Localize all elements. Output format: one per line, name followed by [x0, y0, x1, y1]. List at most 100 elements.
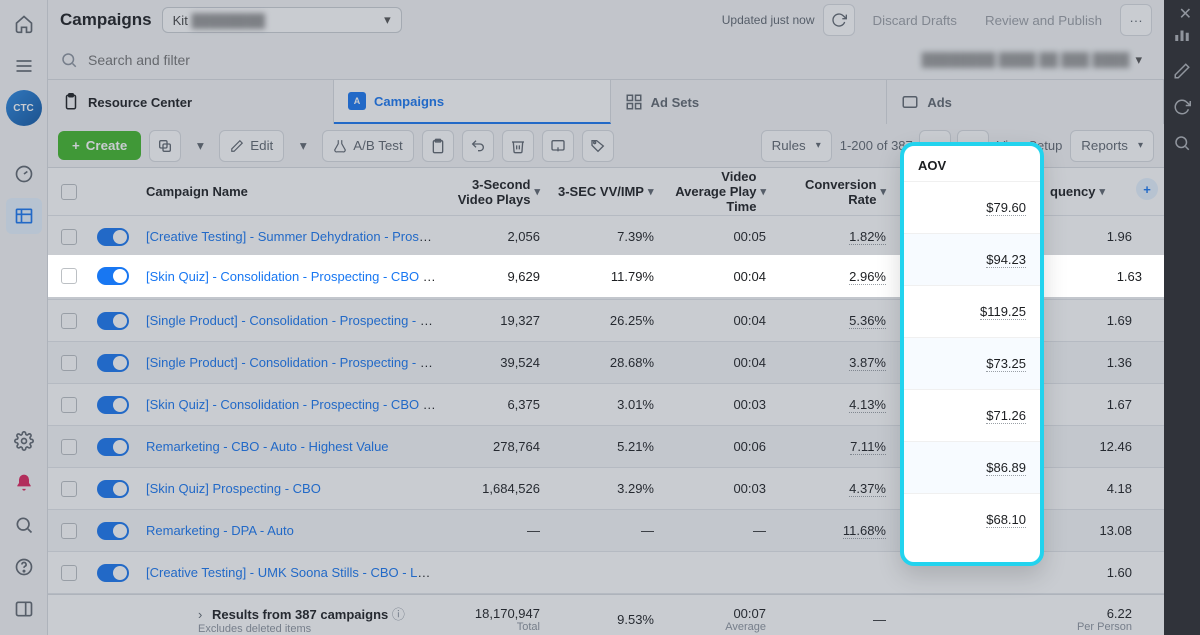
row-checkbox[interactable]: [61, 229, 77, 245]
export-button[interactable]: [542, 130, 574, 162]
row-checkbox[interactable]: [61, 481, 77, 497]
row-checkbox[interactable]: [61, 565, 77, 581]
plus-icon: +: [72, 138, 80, 153]
clipboard-icon: [62, 93, 80, 111]
account-id-masked: ████████: [191, 13, 265, 28]
aov-value: $94.23: [986, 252, 1026, 268]
status-toggle[interactable]: [97, 267, 129, 285]
chevron-down-icon: ▾: [1135, 52, 1142, 68]
refresh-icon[interactable]: [1173, 98, 1191, 116]
row-checkbox[interactable]: [61, 313, 77, 329]
campaign-link[interactable]: [Skin Quiz] - Consolidation - Prospectin…: [146, 397, 446, 412]
info-icon[interactable]: ⓘ: [392, 607, 405, 622]
account-avatar[interactable]: CTC: [6, 90, 42, 126]
updated-text: Updated just now: [722, 13, 815, 27]
campaign-link[interactable]: [Single Product] - Consolidation - Prosp…: [146, 313, 446, 328]
status-toggle[interactable]: [97, 312, 129, 330]
tag-button[interactable]: [582, 130, 614, 162]
refresh-button[interactable]: [823, 4, 855, 36]
bell-icon[interactable]: [6, 465, 42, 501]
table-icon[interactable]: [6, 198, 42, 234]
delete-button[interactable]: [502, 130, 534, 162]
status-toggle[interactable]: [97, 354, 129, 372]
col-frequency[interactable]: quency▾: [1050, 184, 1150, 199]
grid-icon: [625, 93, 643, 111]
campaign-link[interactable]: [Creative Testing] - UMK Soona Stills - …: [146, 565, 446, 580]
aov-value: $79.60: [986, 200, 1026, 216]
tab-resource-center[interactable]: Resource Center: [48, 80, 334, 124]
right-tool-rail: ✕: [1164, 0, 1200, 635]
page-title: Campaigns: [60, 10, 152, 30]
campaign-link[interactable]: Remarketing - DPA - Auto: [146, 523, 294, 538]
status-toggle[interactable]: [97, 438, 129, 456]
row-checkbox[interactable]: [61, 523, 77, 539]
gauge-icon[interactable]: [6, 156, 42, 192]
duplicate-dropdown[interactable]: ▾: [189, 130, 211, 162]
aov-value: $71.26: [986, 408, 1026, 424]
col-avg-play-time[interactable]: Video Average Play Time▾: [672, 169, 784, 214]
status-toggle[interactable]: [97, 522, 129, 540]
campaign-link[interactable]: [Creative Testing] - Summer Dehydration …: [146, 229, 446, 244]
more-button[interactable]: ···: [1120, 4, 1152, 36]
select-all-checkbox[interactable]: [61, 184, 77, 200]
status-toggle[interactable]: [97, 564, 129, 582]
top-bar: Campaigns Kit ████████ ▾ Updated just no…: [48, 0, 1164, 40]
account-chip[interactable]: ████████ ████ ██ ███ ████ ▾: [912, 48, 1152, 72]
status-toggle[interactable]: [97, 228, 129, 246]
edit-icon[interactable]: [1173, 62, 1191, 80]
row-checkbox[interactable]: [61, 397, 77, 413]
home-icon[interactable]: [6, 6, 42, 42]
search-row: ████████ ████ ██ ███ ████ ▾: [48, 40, 1164, 80]
col-name[interactable]: Campaign Name: [136, 184, 446, 199]
status-toggle[interactable]: [97, 480, 129, 498]
edit-button[interactable]: Edit: [219, 130, 284, 162]
discard-drafts-button[interactable]: Discard Drafts: [863, 7, 967, 34]
gear-icon[interactable]: [6, 423, 42, 459]
edit-dropdown[interactable]: ▾: [292, 130, 314, 162]
menu-icon[interactable]: [6, 48, 42, 84]
chart-icon[interactable]: [1173, 26, 1191, 44]
aov-callout: AOV $79.60 $94.23 $119.25 $73.25 $71.26 …: [900, 142, 1044, 566]
tabs-row: Resource Center A Campaigns Ad Sets Ads: [48, 80, 1164, 124]
reports-dropdown[interactable]: Reports: [1070, 130, 1154, 162]
col-3sec-plays[interactable]: 3-Second Video Plays▾: [446, 177, 558, 207]
panel-icon[interactable]: [6, 591, 42, 627]
aov-header: AOV: [904, 146, 1040, 181]
undo-button[interactable]: [462, 130, 494, 162]
campaign-link[interactable]: [Skin Quiz] Prospecting - CBO: [146, 481, 321, 496]
row-checkbox[interactable]: [61, 355, 77, 371]
campaign-link[interactable]: Remarketing - CBO - Auto - Highest Value: [146, 439, 389, 454]
totals-row: › Results from 387 campaigns ⓘ Excludes …: [48, 594, 1164, 635]
review-publish-button[interactable]: Review and Publish: [975, 7, 1112, 34]
zoom-icon[interactable]: [1173, 134, 1191, 152]
aov-value: $73.25: [986, 356, 1026, 372]
status-toggle[interactable]: [97, 396, 129, 414]
ad-icon: [901, 93, 919, 111]
col-3sec-vvimp[interactable]: 3-SEC VV/IMP▾: [558, 184, 672, 199]
aov-value: $86.89: [986, 460, 1026, 476]
help-icon[interactable]: [6, 549, 42, 585]
tab-ads[interactable]: Ads: [887, 80, 1164, 124]
search-icon[interactable]: [6, 507, 42, 543]
col-conversion-rate[interactable]: Conversion Rate▾: [784, 177, 904, 207]
row-checkbox[interactable]: [61, 439, 77, 455]
folder-icon: A: [348, 92, 366, 110]
rules-dropdown[interactable]: Rules: [761, 130, 832, 162]
search-icon: [60, 51, 78, 69]
account-name: Kit: [173, 13, 188, 28]
add-column-button[interactable]: +: [1136, 178, 1158, 200]
global-nav: CTC: [0, 0, 48, 635]
duplicate-button[interactable]: [149, 130, 181, 162]
campaign-link[interactable]: [Single Product] - Consolidation - Prosp…: [146, 355, 446, 370]
account-selector[interactable]: Kit ████████ ▾: [162, 7, 402, 33]
create-button[interactable]: +Create: [58, 131, 141, 160]
tab-campaigns[interactable]: A Campaigns: [334, 80, 611, 124]
copy-button[interactable]: [422, 130, 454, 162]
search-input[interactable]: [88, 52, 902, 68]
close-icon[interactable]: ✕: [1179, 4, 1192, 24]
aov-value: $119.25: [980, 304, 1026, 320]
abtest-button[interactable]: A/B Test: [322, 130, 413, 162]
campaign-link[interactable]: [Skin Quiz] - Consolidation - Prospectin…: [146, 269, 446, 284]
row-checkbox[interactable]: [61, 268, 77, 284]
tab-adsets[interactable]: Ad Sets: [611, 80, 888, 124]
